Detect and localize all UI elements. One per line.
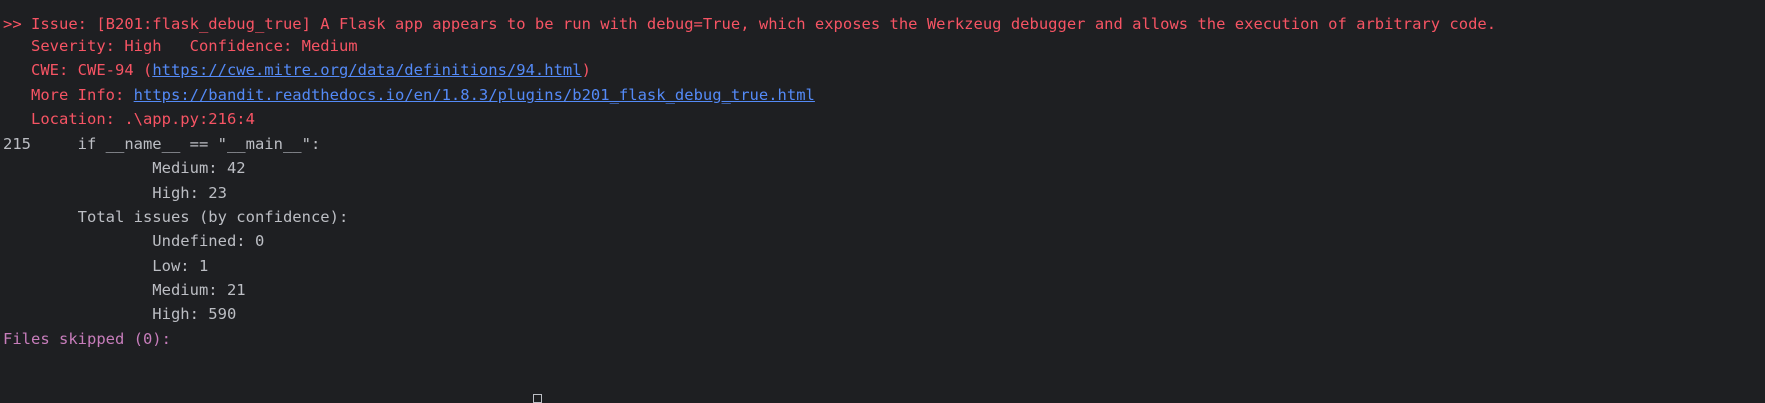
location-line: Location: .\app.py:216:4 <box>3 110 255 128</box>
cwe-prefix: CWE: CWE-94 ( <box>3 61 153 79</box>
confidence-high-count: High: 590 <box>3 305 237 323</box>
issue-line: >> Issue: [B201:flask_debug_true] A Flas… <box>3 15 1497 33</box>
files-skipped-line: Files skipped (0): <box>3 330 171 348</box>
cwe-line: CWE: CWE-94 (https://cwe.mitre.org/data/… <box>3 58 591 82</box>
terminal-output[interactable]: >> Issue: [B201:flask_debug_true] A Flas… <box>0 0 1765 403</box>
total-by-confidence-heading: Total issues (by confidence): <box>3 208 349 226</box>
cwe-suffix: ) <box>581 61 591 79</box>
more-info-line: More Info: https://bandit.readthedocs.io… <box>3 83 815 107</box>
confidence-undefined-count: Undefined: 0 <box>3 232 265 250</box>
code-line: 215 if __name__ == "__main__": <box>3 135 321 153</box>
confidence-low-count: Low: 1 <box>3 257 209 275</box>
more-info-link[interactable]: https://bandit.readthedocs.io/en/1.8.3/p… <box>134 86 815 104</box>
severity-high-count: High: 23 <box>3 184 227 202</box>
cwe-link[interactable]: https://cwe.mitre.org/data/definitions/9… <box>152 61 581 79</box>
severity-line: Severity: High Confidence: Medium <box>3 37 358 55</box>
severity-medium-count: Medium: 42 <box>3 159 246 177</box>
more-info-prefix: More Info: <box>3 86 134 104</box>
text-cursor <box>533 394 542 403</box>
confidence-medium-count: Medium: 21 <box>3 281 246 299</box>
